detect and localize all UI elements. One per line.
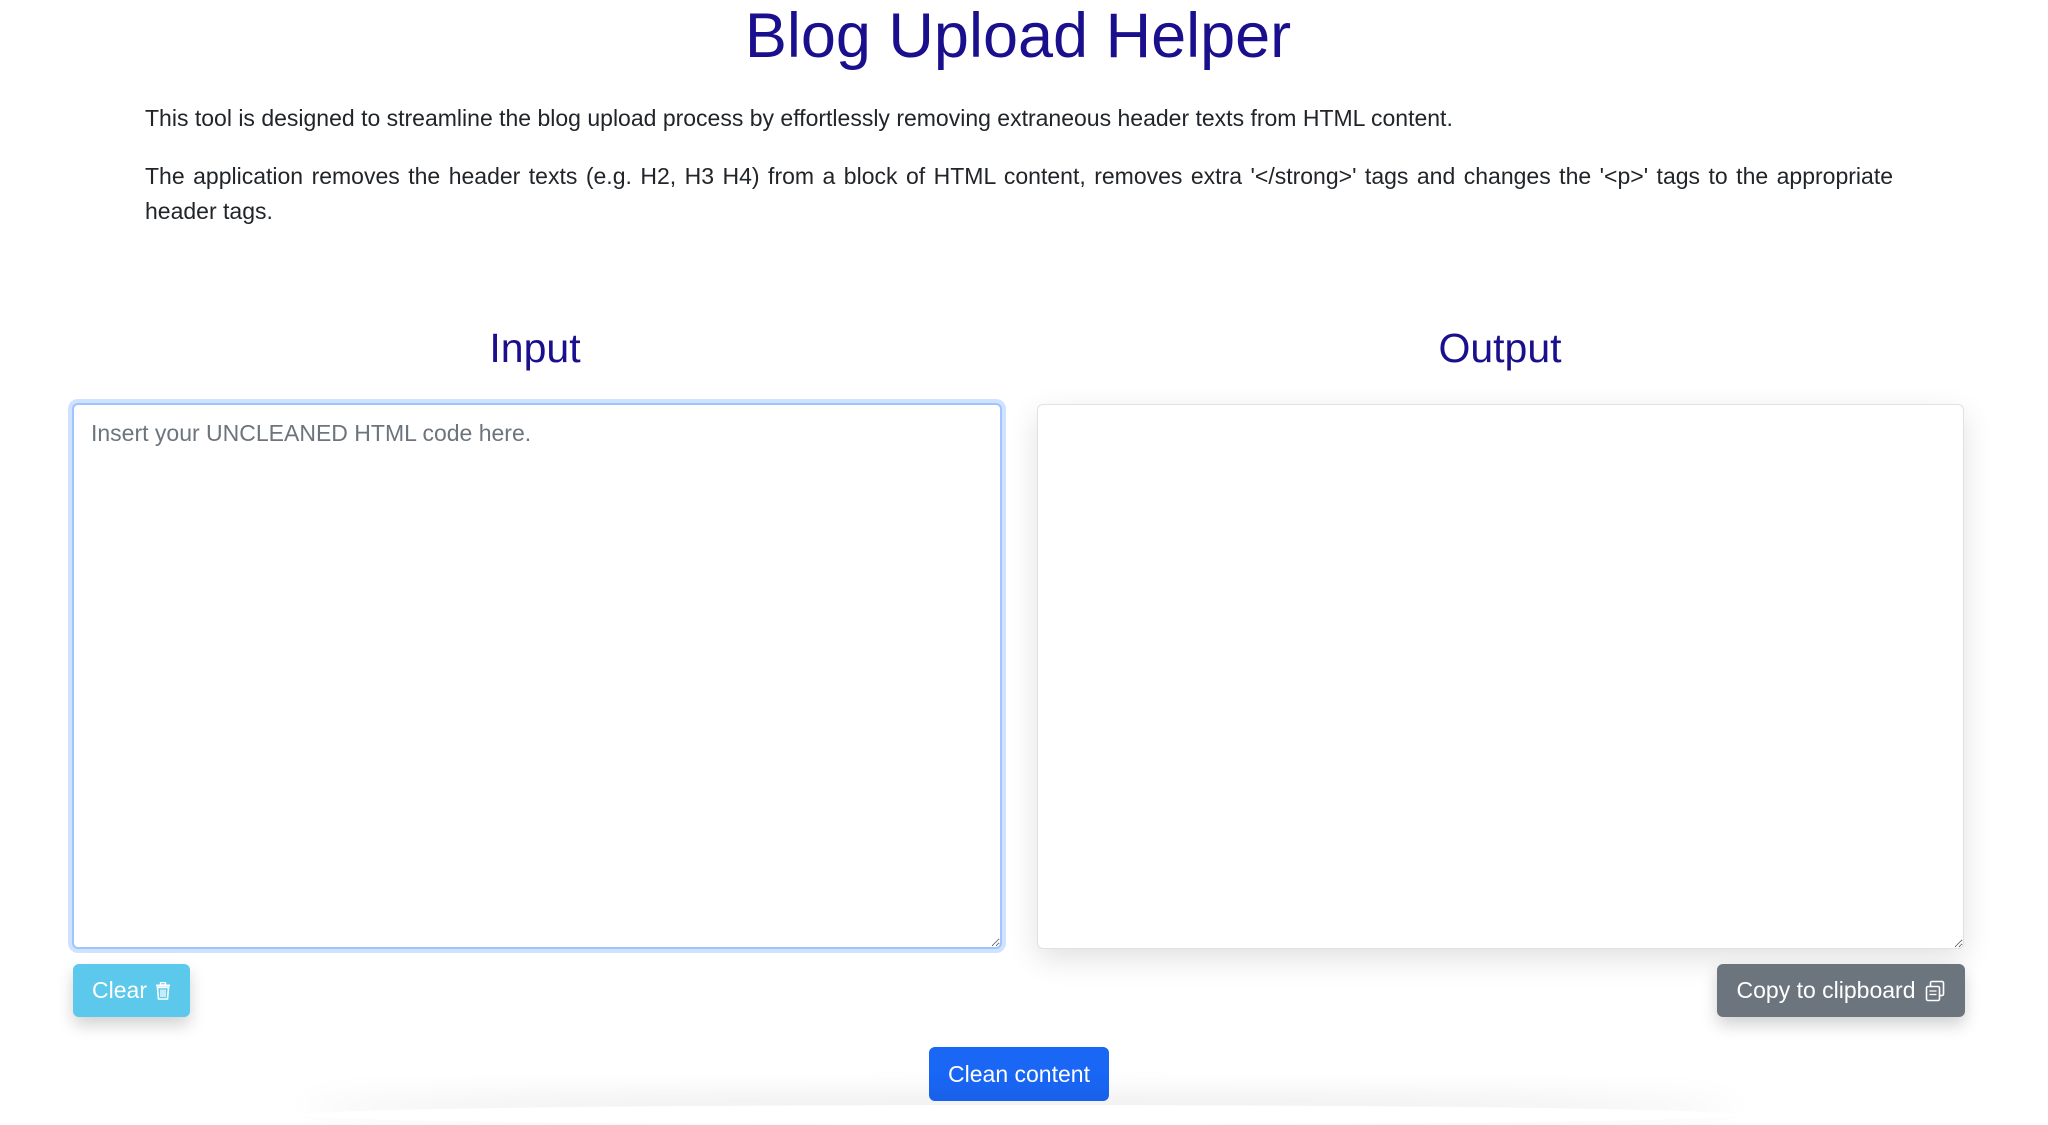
clean-content-button[interactable]: Clean content: [929, 1047, 1109, 1101]
clear-button[interactable]: Clear: [73, 964, 190, 1017]
output-heading: Output: [1438, 325, 1562, 371]
clipboard-icon: [1924, 980, 1946, 1002]
intro-paragraph-2: The application removes the header texts…: [145, 163, 1893, 224]
trash-icon: [155, 981, 171, 1000]
intro-paragraph-1: This tool is designed to streamline the …: [145, 105, 1453, 131]
input-textarea[interactable]: [72, 403, 1002, 949]
input-heading: Input: [489, 325, 581, 371]
copy-button-label: Copy to clipboard: [1736, 977, 1916, 1003]
footer-shadow: [300, 1105, 1740, 1125]
clear-button-label: Clear: [92, 977, 147, 1003]
page-title: Blog Upload Helper: [744, 1, 1292, 71]
copy-to-clipboard-button[interactable]: Copy to clipboard: [1717, 964, 1965, 1017]
output-textarea[interactable]: [1037, 404, 1964, 949]
